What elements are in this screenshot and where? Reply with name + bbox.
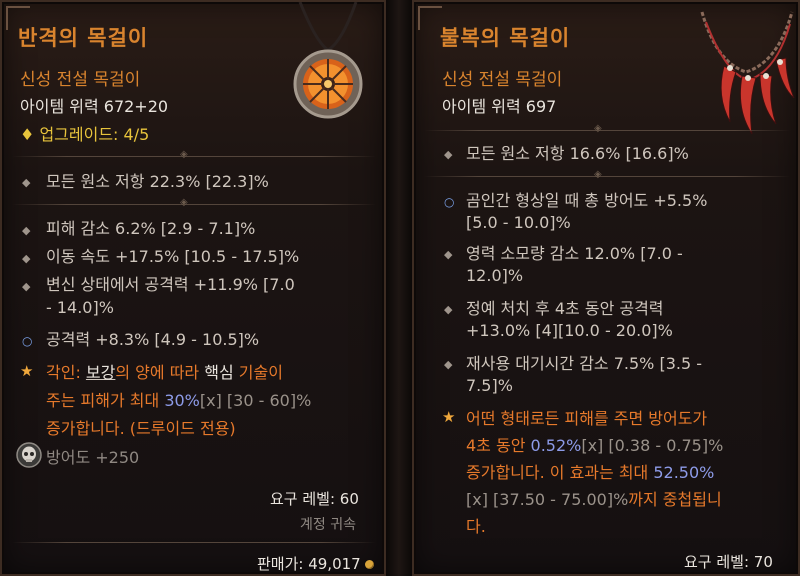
item-title: 불복의 목걸이 bbox=[440, 26, 571, 50]
divider-ornament: ◈ bbox=[180, 149, 188, 160]
affix-stat-continued: +13.0% [4][10.0 - 20.0]% bbox=[466, 321, 673, 340]
compared-item-tooltip: 불복의 목걸이 신성 전설 목걸이 아이템 위력 697 ◈ ◆ 모든 원소 저… bbox=[412, 0, 800, 576]
aspect-range: [x] [30 - 60]% bbox=[199, 391, 312, 410]
upgrade-label: 업그레이드: 4/5 bbox=[39, 125, 150, 144]
section-divider bbox=[12, 542, 376, 543]
sell-price-value: 판매가: 49,017 bbox=[257, 555, 361, 573]
aspect-range: [x] [0.38 - 0.75]% bbox=[581, 436, 724, 455]
tempered-stat: 곰인간 형상일 때 총 방어도 +5.5% bbox=[466, 191, 708, 210]
aspect-line-5: 다. bbox=[466, 517, 486, 536]
aspect-value: 0.52% bbox=[530, 436, 582, 455]
aspect-text: 각인: bbox=[46, 363, 86, 382]
aspect-line-1: 어떤 형태로든 피해를 주면 방어도가 bbox=[466, 409, 708, 428]
diamond-bullet-icon: ◆ bbox=[444, 148, 453, 161]
item-title: 반격의 목걸이 bbox=[18, 26, 149, 50]
tempered-stat-continued: [5.0 - 10.0]% bbox=[466, 213, 571, 232]
star-bullet-icon: ★ bbox=[20, 362, 34, 380]
aspect-keyword-fortify[interactable]: 보강 bbox=[86, 363, 115, 382]
implicit-stat: 모든 원소 저항 22.3% [22.3]% bbox=[46, 172, 269, 191]
tempered-stat: 공격력 +8.3% [4.9 - 10.5]% bbox=[46, 330, 260, 349]
aspect-line-2: 주는 피해가 최대 30%[x] [30 - 60]% bbox=[46, 387, 311, 411]
claw-necklace-icon bbox=[700, 11, 795, 135]
panel-gap bbox=[386, 0, 412, 576]
section-divider bbox=[424, 130, 790, 131]
affix-stat: 재사용 대기시간 감소 7.5% [3.5 - bbox=[466, 354, 703, 373]
required-level: 요구 레벨: 60 bbox=[270, 490, 359, 508]
divider-ornament: ◈ bbox=[594, 123, 602, 134]
diamond-bullet-icon: ◆ bbox=[22, 252, 31, 265]
diamond-bullet-icon: ◆ bbox=[444, 303, 453, 316]
diamond-bullet-icon: ◆ bbox=[22, 280, 31, 293]
affix-stat: 변신 상태에서 공격력 +11.9% [7.0 bbox=[46, 275, 295, 294]
diamond-bullet-icon: ◆ bbox=[444, 248, 453, 261]
affix-stat-continued: 7.5]% bbox=[466, 376, 513, 395]
aspect-line-4: [x] [37.50 - 75.00]%까지 중첩됩니 bbox=[466, 486, 722, 510]
item-rarity: 신성 전설 목걸이 bbox=[20, 70, 141, 90]
frame-corner bbox=[418, 6, 442, 30]
section-divider bbox=[12, 156, 376, 157]
skull-armor-icon bbox=[16, 442, 42, 468]
affix-stat: 영력 소모량 감소 12.0% [7.0 - bbox=[466, 244, 683, 263]
diamond-bullet-icon: ◆ bbox=[444, 358, 453, 371]
required-level: 요구 레벨: 70 bbox=[684, 553, 773, 571]
tempered-bullet-icon: ○ bbox=[22, 334, 33, 348]
account-bound: 계정 귀속 bbox=[300, 517, 356, 533]
affix-stat-continued: 12.0]% bbox=[466, 266, 524, 285]
affix-stat: 정예 처치 후 4초 동안 공격력 bbox=[466, 299, 664, 318]
aspect-keyword-core: 핵심 bbox=[204, 363, 234, 382]
diamond-bullet-icon: ◆ bbox=[22, 224, 31, 237]
affix-stat-continued: - 14.0]% bbox=[46, 298, 114, 317]
tempered-bullet-icon: ○ bbox=[444, 195, 455, 209]
upgrade-status: ♦ 업그레이드: 4/5 bbox=[20, 121, 149, 145]
item-power: 아이템 위력 672+20 bbox=[20, 97, 169, 116]
star-bullet-icon: ★ bbox=[442, 408, 456, 426]
item-power: 아이템 위력 697 bbox=[442, 97, 557, 116]
affix-stat: 이동 속도 +17.5% [10.5 - 17.5]% bbox=[46, 247, 300, 266]
aspect-text: 주는 피해가 최대 bbox=[46, 391, 165, 410]
aspect-range: [x] [37.50 - 75.00]% bbox=[466, 490, 629, 509]
aspect-text: 의 양에 따라 bbox=[115, 363, 205, 382]
aspect-text: 증가합니다. 이 효과는 최대 bbox=[466, 463, 654, 482]
equipped-item-tooltip: 반격의 목걸이 신성 전설 목걸이 아이템 위력 672+20 ♦ 업그레이드:… bbox=[0, 0, 386, 576]
aspect-line-3: 증가합니다. (드루이드 전용) bbox=[46, 419, 236, 438]
aspect-line-3: 증가합니다. 이 효과는 최대 52.50% bbox=[466, 459, 714, 483]
diamond-bullet-icon: ◆ bbox=[22, 176, 31, 189]
pendant-amulet-icon bbox=[293, 2, 363, 119]
item-compare-screen: 반격의 목걸이 신성 전설 목걸이 아이템 위력 672+20 ♦ 업그레이드:… bbox=[0, 0, 800, 576]
armor-stat: 방어도 +250 bbox=[46, 448, 140, 467]
aspect-text: 까지 중첩됩니 bbox=[628, 490, 722, 509]
aspect-value: 52.50% bbox=[653, 463, 715, 482]
section-divider bbox=[424, 176, 790, 177]
affix-stat: 피해 감소 6.2% [2.9 - 7.1]% bbox=[46, 219, 256, 238]
aspect-text: 기술이 bbox=[233, 363, 283, 382]
implicit-stat: 모든 원소 저항 16.6% [16.6]% bbox=[466, 144, 689, 163]
section-divider bbox=[12, 204, 376, 205]
aspect-text: 4초 동안 bbox=[466, 436, 531, 455]
gold-coin-icon bbox=[364, 560, 374, 569]
diamond-bullet-icon: ♦ bbox=[20, 125, 40, 144]
aspect-line-2: 4초 동안 0.52%[x] [0.38 - 0.75]% bbox=[466, 432, 723, 456]
sell-price: 판매가: 49,017 bbox=[257, 553, 374, 574]
aspect-line-1: 각인: 보강의 양에 따라 핵심 기술이 bbox=[46, 359, 283, 383]
item-rarity: 신성 전설 목걸이 bbox=[442, 70, 563, 90]
divider-ornament: ◈ bbox=[180, 197, 188, 208]
divider-ornament: ◈ bbox=[594, 169, 602, 180]
aspect-value: 30% bbox=[164, 391, 200, 410]
